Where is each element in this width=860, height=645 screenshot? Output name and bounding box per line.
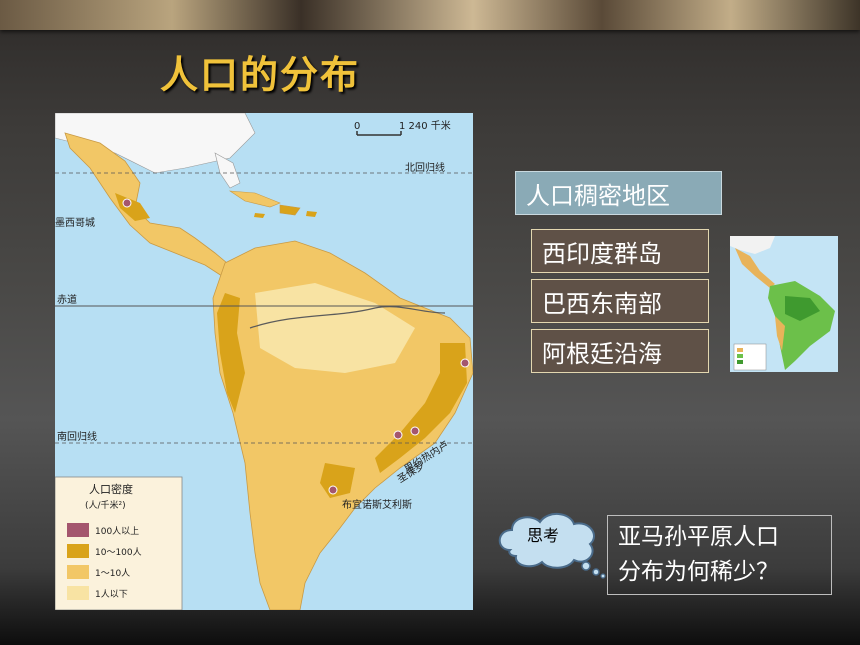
hispaniola-island [279, 204, 301, 216]
legend-unit: (人/千米²) [85, 499, 126, 511]
legend-title: 人口密度 [89, 482, 133, 496]
legend-label-2: 10～100人 [95, 547, 142, 558]
legend-label-4: 1人以下 [95, 589, 128, 600]
jamaica-island [254, 213, 265, 218]
sao-paulo-marker [393, 430, 403, 440]
map-legend: 人口密度 (人/千米²) 100人以上 10～100人 1～10人 1人以下 [55, 476, 183, 610]
recife-marker [460, 358, 470, 368]
mexico-city-marker [122, 198, 132, 208]
legend-label-3: 1～10人 [95, 568, 130, 579]
dense-area-west-indies[interactable]: 西印度群岛 [531, 229, 709, 273]
legend-label-1: 100人以上 [95, 526, 139, 537]
puerto-rico-island [306, 211, 317, 217]
rio-marker [410, 426, 420, 436]
slide-title: 人口的分布 [160, 52, 361, 97]
question-line-1: 亚马孙平原人口 [618, 524, 779, 550]
think-label: 思考 [526, 526, 559, 545]
decorative-top-banner [0, 0, 860, 30]
dense-areas-heading: 人口稠密地区 [515, 171, 722, 215]
population-density-map: 0 1 240 千米 北回归线 赤道 南回归线 墨西哥城 里约热内卢 圣保罗 布… [55, 113, 473, 610]
scale-zero-label: 0 [354, 121, 360, 132]
question-line-2: 分布为何稀少？ [618, 559, 779, 585]
buenos-aires-label: 布宜诺斯艾利斯 [342, 498, 412, 511]
equator-label: 赤道 [57, 293, 77, 306]
dense-area-argentina-coast[interactable]: 阿根廷沿海 [531, 329, 709, 373]
buenos-aires-marker [328, 485, 338, 495]
legend-swatch-3 [67, 565, 89, 579]
question-box: 亚马孙平原人口 分布为何稀少？ [607, 515, 832, 595]
legend-swatch-2 [67, 544, 89, 558]
cuba-island [228, 190, 281, 208]
thumbnail-map-image [730, 236, 838, 372]
scale-value-label: 1 240 千米 [399, 119, 451, 132]
mexico-city-label: 墨西哥城 [55, 217, 95, 229]
tropic-of-cancer-label: 北回归线 [405, 161, 445, 174]
tropic-of-capricorn-label: 南回归线 [57, 430, 97, 443]
legend-swatch-4 [67, 586, 89, 600]
legend-swatch-1 [67, 523, 89, 537]
dense-area-southeast-brazil[interactable]: 巴西东南部 [531, 279, 709, 323]
